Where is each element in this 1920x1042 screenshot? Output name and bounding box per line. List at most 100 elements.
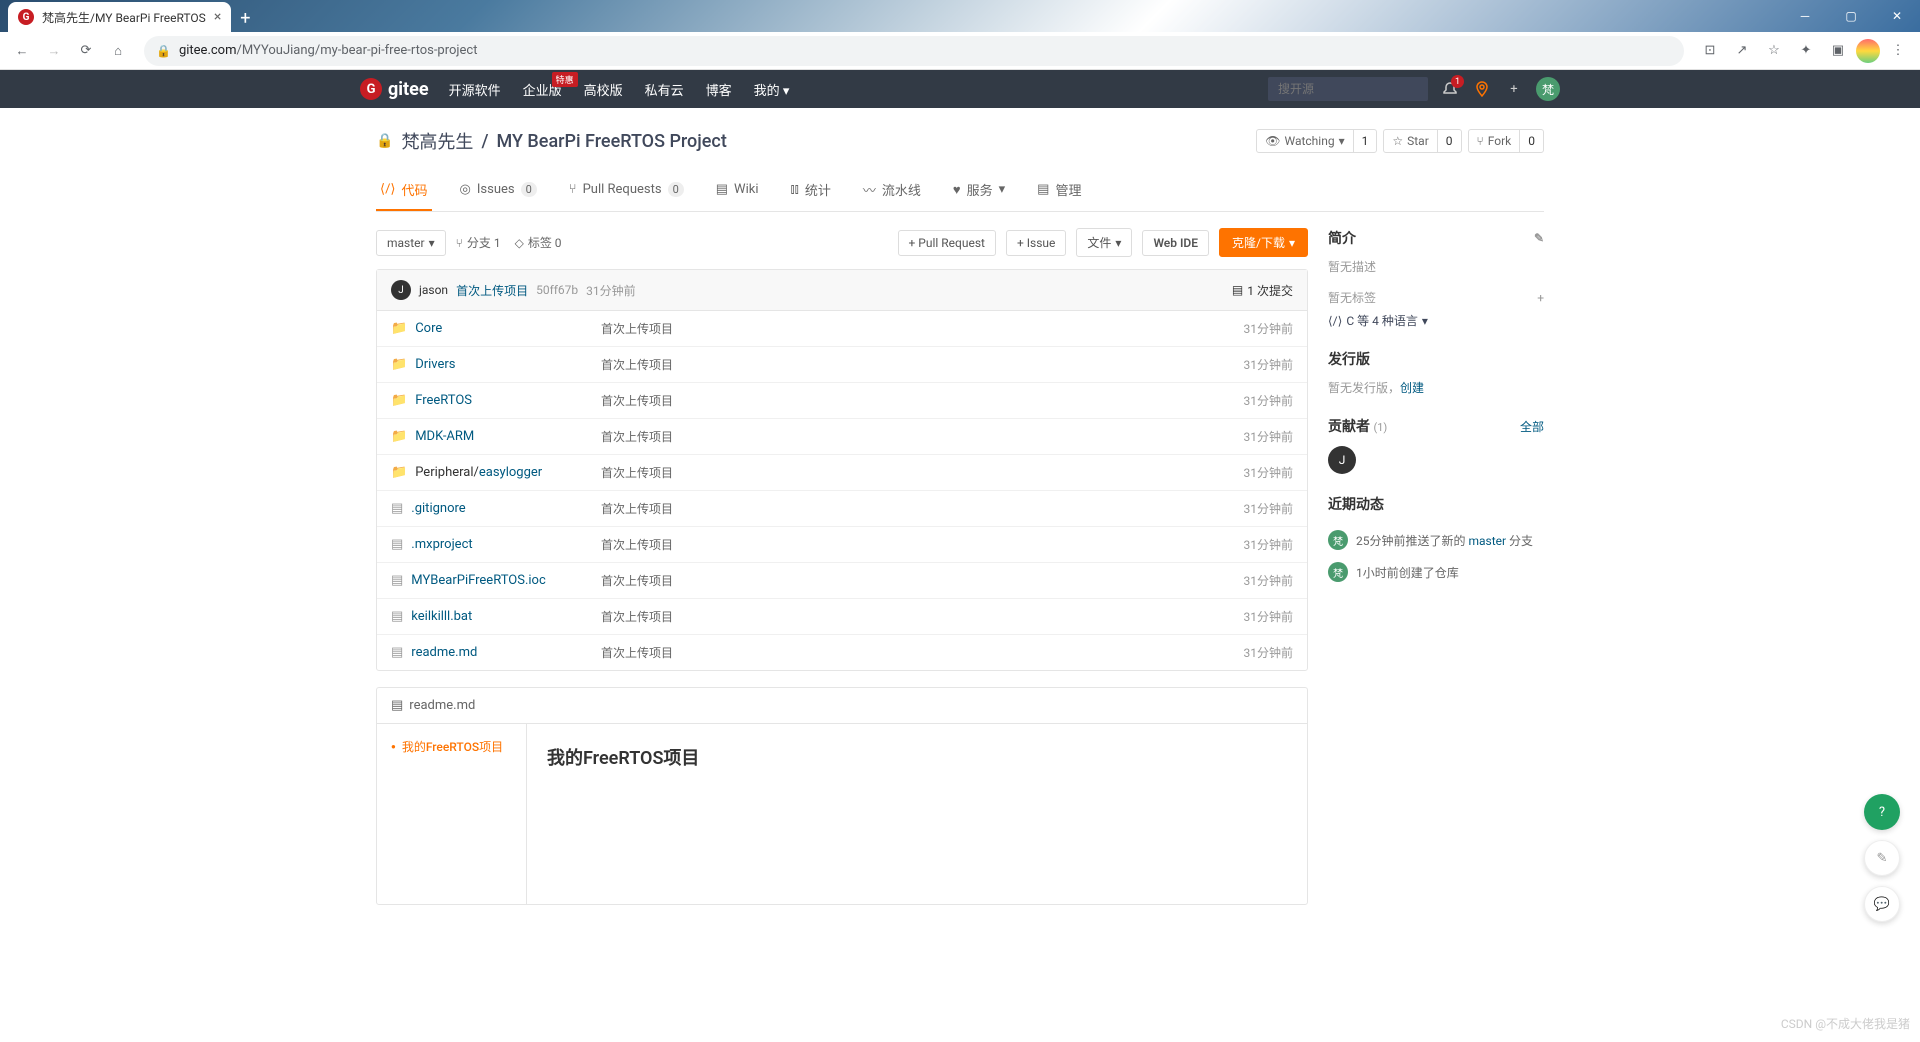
tab-manage[interactable]: ▤ 管理 bbox=[1033, 170, 1085, 211]
commit-hash[interactable]: 50ff67b bbox=[536, 283, 578, 297]
tab-pipeline[interactable]: 〰 流水线 bbox=[859, 170, 925, 211]
file-link[interactable]: MYBearPiFreeRTOS.ioc bbox=[411, 573, 545, 588]
forward-button[interactable]: → bbox=[40, 37, 68, 65]
file-commit-msg[interactable]: 首次上传项目 bbox=[601, 356, 1244, 373]
nav-opensource[interactable]: 开源软件 bbox=[449, 80, 501, 99]
activity-target-link[interactable]: master bbox=[1468, 534, 1506, 548]
latest-commit-row: J jason 首次上传项目 50ff67b 31分钟前 ▤ 1 次提交 bbox=[377, 270, 1307, 311]
maximize-icon[interactable]: ▢ bbox=[1828, 0, 1874, 32]
add-tag-icon[interactable]: + bbox=[1537, 291, 1544, 305]
tab-stats[interactable]: ⫾⫾ 统计 bbox=[787, 170, 835, 211]
file-time: 31分钟前 bbox=[1244, 608, 1294, 625]
issue-button[interactable]: + Issue bbox=[1006, 230, 1066, 256]
tab-issues[interactable]: ◎ Issues 0 bbox=[456, 170, 541, 211]
branch-info: ⑂ 分支 1 ◇ 标签 0 bbox=[456, 234, 562, 251]
sidebar-contributors: 贡献者 (1) 全部 J bbox=[1328, 416, 1544, 474]
nav-mine[interactable]: 我的 ▾ bbox=[754, 80, 790, 99]
branch-selector[interactable]: master ▾ bbox=[376, 230, 446, 256]
close-icon[interactable]: ✕ bbox=[1874, 0, 1920, 32]
reload-button[interactable]: ⟳ bbox=[72, 37, 100, 65]
file-link[interactable]: keilkilll.bat bbox=[411, 609, 472, 624]
add-icon[interactable]: + bbox=[1504, 79, 1524, 99]
nav-university[interactable]: 高校版 bbox=[584, 80, 623, 99]
notifications-icon[interactable]: 1 bbox=[1440, 79, 1460, 99]
extensions-icon[interactable]: ✦ bbox=[1792, 37, 1820, 65]
file-row: 📁Core 首次上传项目 31分钟前 bbox=[377, 311, 1307, 347]
repo-title: 🔒 梵高先生 / MY BearPi FreeRTOS Project bbox=[376, 128, 727, 154]
file-commit-msg[interactable]: 首次上传项目 bbox=[601, 608, 1244, 625]
edit-icon[interactable]: ✎ bbox=[1534, 231, 1544, 245]
file-link[interactable]: MDK-ARM bbox=[415, 429, 474, 444]
file-button[interactable]: 文件 ▾ bbox=[1076, 228, 1132, 257]
file-link[interactable]: .gitignore bbox=[411, 501, 465, 516]
clone-button[interactable]: 克隆/下载 ▾ bbox=[1219, 228, 1308, 257]
pull-request-button[interactable]: + Pull Request bbox=[898, 230, 996, 256]
file-link[interactable]: Core bbox=[415, 321, 442, 336]
browser-tab[interactable]: G 梵高先生/MY BearPi FreeRTOS × bbox=[8, 2, 231, 32]
reader-icon[interactable]: ▣ bbox=[1824, 37, 1852, 65]
toc-item[interactable]: 我的FreeRTOS项目 bbox=[391, 738, 512, 755]
minimize-icon[interactable]: ─ bbox=[1782, 0, 1828, 32]
branches-link[interactable]: ⑂ 分支 1 bbox=[456, 234, 501, 251]
file-commit-msg[interactable]: 首次上传项目 bbox=[601, 536, 1244, 553]
nav-private[interactable]: 私有云 bbox=[645, 80, 684, 99]
qr-icon[interactable]: ⊡ bbox=[1696, 37, 1724, 65]
fork-button[interactable]: ⑂ Fork 0 bbox=[1468, 129, 1544, 153]
all-contributors-link[interactable]: 全部 bbox=[1520, 418, 1544, 435]
bookmark-icon[interactable]: ☆ bbox=[1760, 37, 1788, 65]
tab-pr[interactable]: ⑂ Pull Requests 0 bbox=[565, 170, 688, 211]
file-link[interactable]: FreeRTOS bbox=[415, 393, 472, 408]
home-button[interactable]: ⌂ bbox=[104, 37, 132, 65]
profile-avatar[interactable] bbox=[1856, 39, 1880, 63]
commit-author[interactable]: jason bbox=[419, 283, 448, 297]
new-tab-button[interactable]: + bbox=[231, 4, 259, 32]
gitee-logo[interactable]: G gitee bbox=[360, 78, 429, 100]
file-commit-msg[interactable]: 首次上传项目 bbox=[601, 500, 1244, 517]
commit-count-link[interactable]: ▤ 1 次提交 bbox=[1232, 282, 1293, 299]
location-icon[interactable] bbox=[1472, 79, 1492, 99]
address-bar[interactable]: 🔒 gitee.com/MYYouJiang/my-bear-pi-free-r… bbox=[144, 36, 1684, 66]
feedback-button[interactable]: ✎ bbox=[1864, 840, 1900, 876]
file-row: ▤readme.md 首次上传项目 31分钟前 bbox=[377, 635, 1307, 670]
sidebar-activity: 近期动态 梵 25分钟前推送了新的 master 分支 梵 1小时前创建了仓库 bbox=[1328, 494, 1544, 588]
tags-link[interactable]: ◇ 标签 0 bbox=[515, 234, 562, 251]
file-commit-msg[interactable]: 首次上传项目 bbox=[601, 644, 1244, 661]
languages-link[interactable]: ⟨/⟩ C 等 4 种语言 ▾ bbox=[1328, 312, 1544, 329]
nav-blog[interactable]: 博客 bbox=[706, 80, 732, 99]
share-icon[interactable]: ↗ bbox=[1728, 37, 1756, 65]
file-icon: ▤ bbox=[391, 501, 403, 516]
contributor-avatar[interactable]: J bbox=[1328, 446, 1356, 474]
file-commit-msg[interactable]: 首次上传项目 bbox=[601, 572, 1244, 589]
activity-row: 梵 1小时前创建了仓库 bbox=[1328, 556, 1544, 588]
file-link[interactable]: readme.md bbox=[411, 645, 477, 660]
repo-name-link[interactable]: MY BearPi FreeRTOS Project bbox=[496, 131, 726, 152]
file-commit-msg[interactable]: 首次上传项目 bbox=[601, 464, 1244, 481]
repo-owner-link[interactable]: 梵高先生 bbox=[401, 128, 473, 154]
star-button[interactable]: ☆ Star 0 bbox=[1383, 129, 1461, 153]
watching-button[interactable]: 👁 Watching ▾ 1 bbox=[1256, 129, 1377, 153]
nav-enterprise[interactable]: 企业版 特惠 bbox=[523, 80, 562, 99]
create-release-link[interactable]: 创建 bbox=[1400, 381, 1424, 395]
file-commit-msg[interactable]: 首次上传项目 bbox=[601, 320, 1244, 337]
search-input[interactable] bbox=[1268, 77, 1428, 101]
folder-icon: 📁 bbox=[391, 393, 407, 408]
tab-wiki[interactable]: ▤ Wiki bbox=[712, 170, 763, 211]
file-link[interactable]: .mxproject bbox=[411, 537, 472, 552]
file-link[interactable]: Drivers bbox=[415, 357, 455, 372]
file-commit-msg[interactable]: 首次上传项目 bbox=[601, 392, 1244, 409]
back-button[interactable]: ← bbox=[8, 37, 36, 65]
repo-header: 🔒 梵高先生 / MY BearPi FreeRTOS Project 👁 Wa… bbox=[376, 128, 1544, 154]
web-ide-button[interactable]: Web IDE bbox=[1142, 230, 1209, 256]
help-button[interactable]: ? bbox=[1864, 794, 1900, 830]
tab-close-icon[interactable]: × bbox=[214, 9, 221, 25]
folder-icon: 📁 bbox=[391, 429, 407, 444]
file-link[interactable]: easylogger bbox=[479, 465, 542, 480]
nav-links: 开源软件 企业版 特惠 高校版 私有云 博客 我的 ▾ bbox=[449, 80, 790, 99]
commit-message-link[interactable]: 首次上传项目 bbox=[456, 282, 528, 299]
user-avatar[interactable]: 梵 bbox=[1536, 77, 1560, 101]
chat-button[interactable]: 💬 bbox=[1864, 886, 1900, 922]
tab-services[interactable]: ♥ 服务 ▾ bbox=[949, 170, 1009, 211]
tab-code[interactable]: ⟨/⟩ 代码 bbox=[376, 170, 432, 211]
menu-icon[interactable]: ⋮ bbox=[1884, 37, 1912, 65]
file-commit-msg[interactable]: 首次上传项目 bbox=[601, 428, 1244, 445]
